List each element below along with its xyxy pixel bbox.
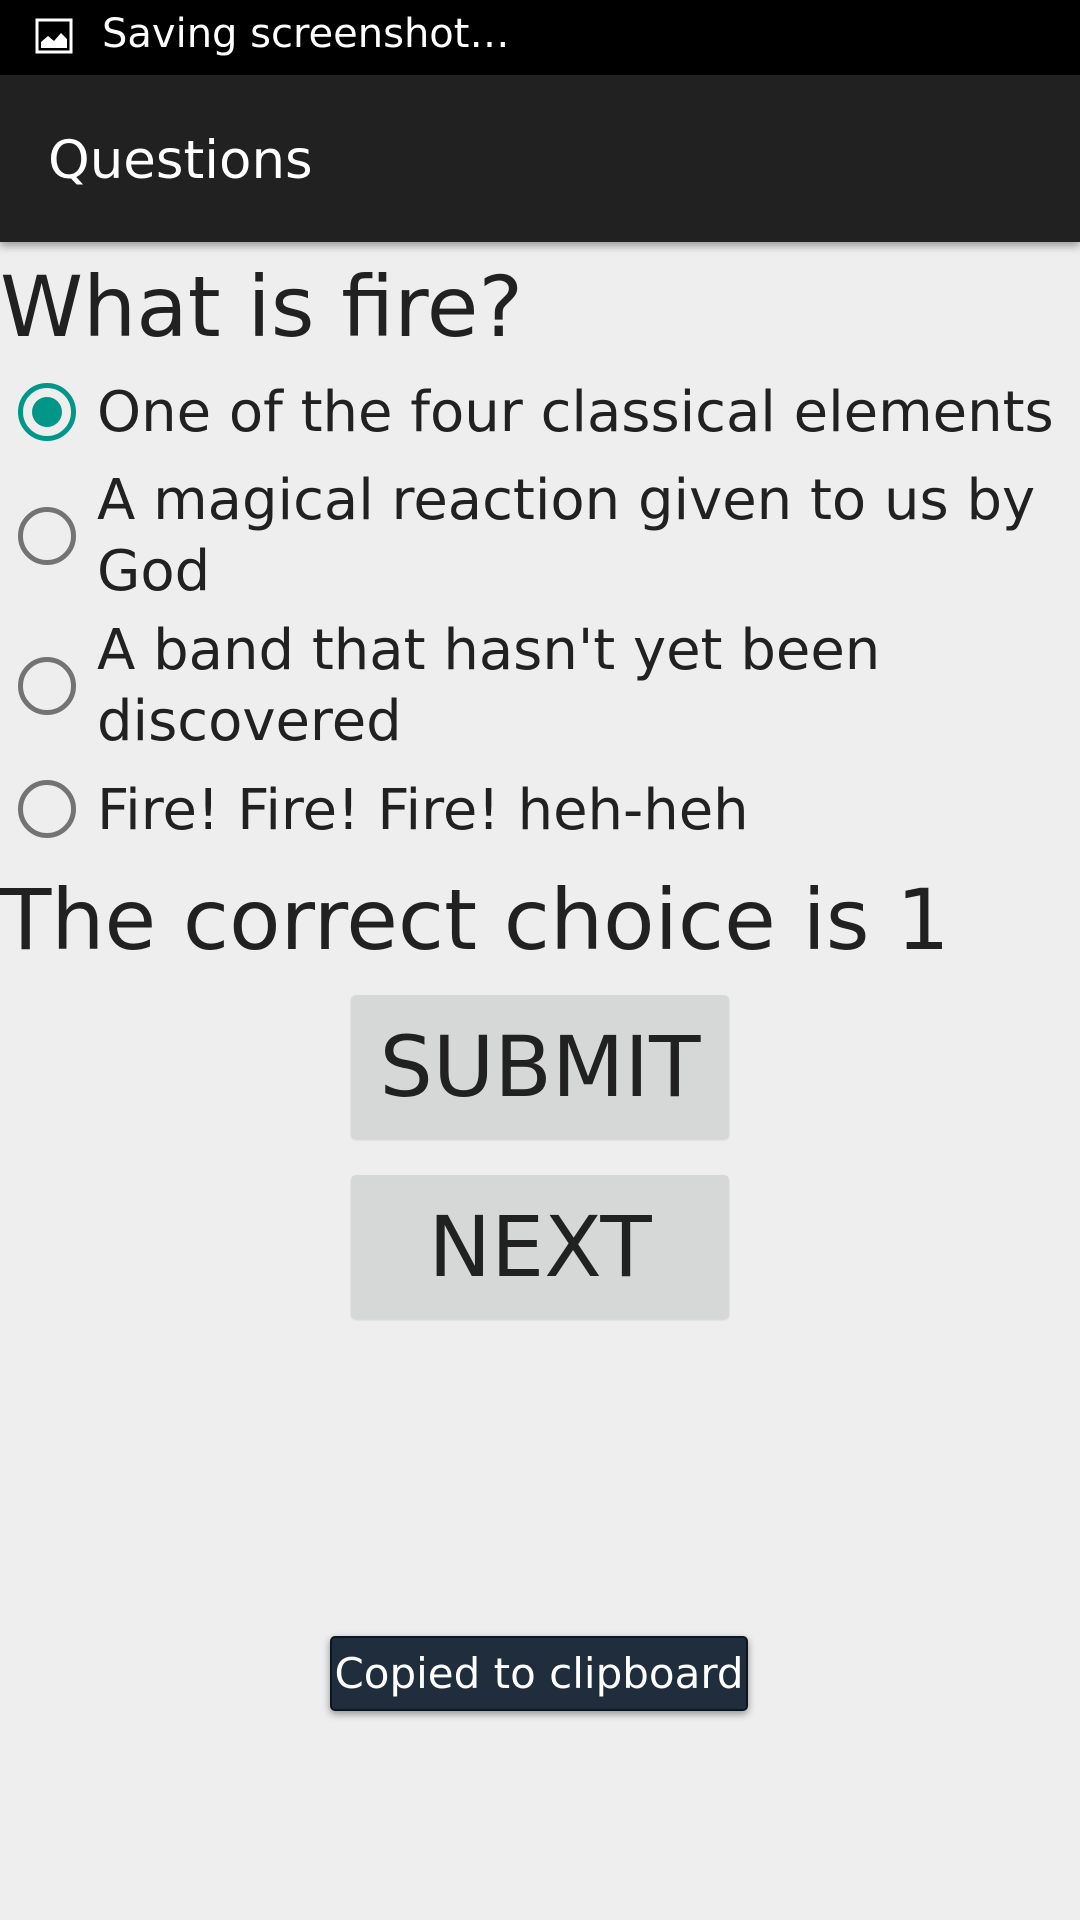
radio-option-4[interactable]: Fire! Fire! Fire! heh-heh [0, 775, 1080, 846]
radio-button[interactable] [18, 657, 76, 715]
toast-message: Copied to clipboard [330, 1636, 748, 1711]
correct-choice-text: The correct choice is 1 [0, 871, 950, 969]
question-text: What is fire? [0, 258, 524, 356]
radio-option-label[interactable]: Fire! Fire! Fire! heh-heh [97, 775, 1067, 846]
radio-button[interactable] [18, 507, 76, 565]
radio-option-label[interactable]: A band that hasn't yet been discovered [97, 615, 1067, 757]
submit-button[interactable]: SUBMIT [351, 995, 729, 1139]
status-notification-text: Saving screenshot… [102, 11, 510, 57]
action-bar: Questions [0, 75, 1080, 242]
radio-option-1[interactable]: One of the four classical elements [0, 377, 1080, 448]
radio-option-2[interactable]: A magical reaction given to us by God [0, 465, 1080, 607]
image-icon [35, 18, 73, 54]
radio-button[interactable] [18, 780, 76, 838]
status-bar: Saving screenshot… [0, 0, 1080, 75]
next-button[interactable]: NEXT [351, 1175, 729, 1319]
page-title: Questions [48, 130, 313, 191]
radio-option-label[interactable]: One of the four classical elements [97, 377, 1067, 448]
radio-option-3[interactable]: A band that hasn't yet been discovered [0, 615, 1080, 757]
radio-button-checked[interactable] [18, 383, 76, 441]
radio-option-label[interactable]: A magical reaction given to us by God [97, 465, 1067, 607]
